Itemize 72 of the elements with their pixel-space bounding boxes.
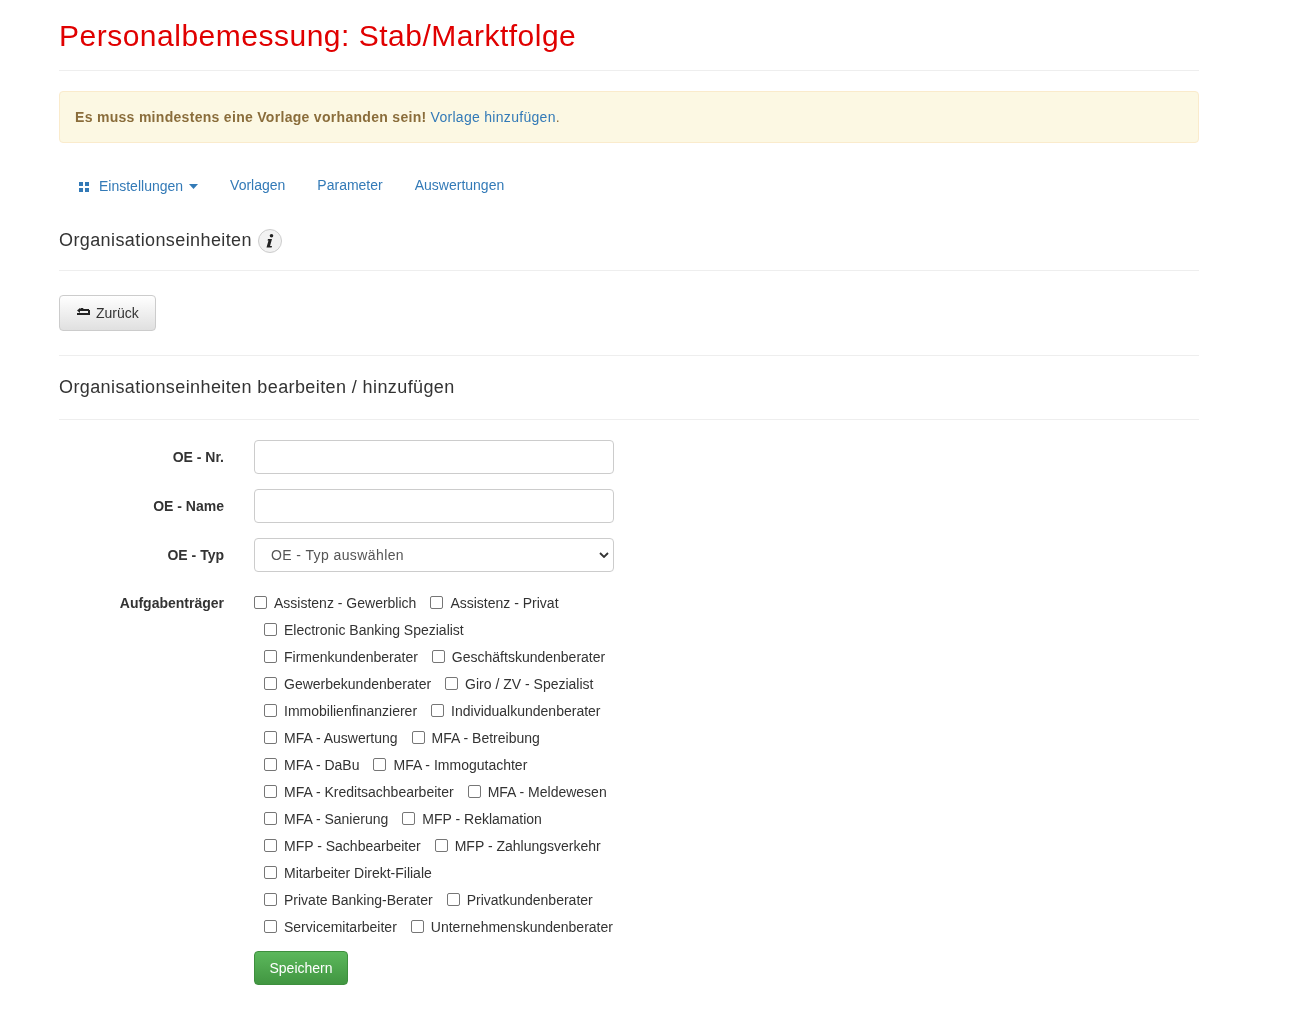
checkbox-label: Individualkundenberater [451,702,601,721]
grid-icon [79,181,89,192]
text-field[interactable] [254,440,614,474]
checkbox-label: Immobilienfinanzierer [284,702,418,721]
page-title: Personalbemessung: Stab/Marktfolge [59,0,1199,71]
save-button[interactable]: Speichern [254,951,348,985]
checkbox-label: Servicemitarbeiter [284,918,397,937]
checkbox-label: MFA - Meldewesen [487,783,607,802]
alert-message: Es muss mindestens eine Vorlage vorhanden sein! [75,107,427,127]
checkbox-label: MFP - Zahlungsverkehr [454,837,601,856]
type-select[interactable]: OE - Typ auswählen [254,538,614,572]
checkbox[interactable] [264,650,277,663]
checkbox-label: Electronic Banking Spezialist [284,621,464,640]
checkbox-label: MFA - Sanierung [284,810,389,829]
nav-link[interactable]: Parameter [317,174,383,196]
add-template-link[interactable]: Vorlage hinzufügen [430,106,556,128]
checkbox[interactable] [431,704,445,717]
checkbox[interactable] [402,812,416,825]
checkbox-label: MFA - Betreibung [431,729,540,748]
nav-link[interactable]: Vorlagen [230,174,286,196]
checkbox-label: MFP - Sachbearbeiter [284,837,421,856]
checkbox[interactable] [410,920,424,933]
return-arrow-icon [76,308,90,318]
checkbox-label: MFA - Kreditsachbearbeiter [284,783,454,802]
checkbox[interactable] [264,893,277,906]
checkbox-label: Assistenz - Gewerblich [274,594,417,613]
checkbox[interactable] [264,758,277,771]
checkbox[interactable] [467,785,481,798]
checkbox[interactable] [446,893,460,906]
checkbox[interactable] [264,785,277,798]
checkbox[interactable] [264,920,277,933]
checkbox[interactable] [264,839,277,852]
checkbox[interactable] [264,677,277,690]
checkbox[interactable] [430,596,444,609]
nav-link[interactable]: Auswertungen [414,174,505,196]
alert-period: . [555,107,560,127]
settings-dropdown[interactable]: Einstellungen [79,176,199,197]
text-field[interactable] [254,489,614,523]
checkbox[interactable] [264,731,277,744]
form-heading: Organisationseinheiten bearbeiten / hinzufügen [59,356,1199,420]
checkbox[interactable] [264,623,277,636]
checkbox[interactable] [434,839,448,852]
field-label: OE - Name [152,496,224,516]
checkbox[interactable] [254,596,267,609]
checkbox-label: Private Banking-Berater [284,891,433,910]
checkbox[interactable] [411,731,425,744]
checkbox-label: Geschäftskundenberater [451,648,606,667]
checkbox-label: MFP - Reklamation [422,810,542,829]
checkbox[interactable] [373,758,387,771]
info-icon[interactable] [257,228,282,253]
caret-icon [189,184,199,189]
field-label: Aufgabenträger [118,594,224,613]
checkbox-label: MFA - Auswertung [284,729,398,748]
checkbox[interactable] [264,704,277,717]
checkbox-label: Giro / ZV - Spezialist [465,675,594,694]
checkbox[interactable] [264,866,277,879]
checkbox[interactable] [431,650,445,663]
chevron-down-icon [599,552,609,558]
field-label: OE - Typ [166,545,224,565]
checkbox[interactable] [264,812,277,825]
back-button[interactable]: Zurück [59,295,156,331]
field-label: OE - Nr. [171,447,224,467]
checkbox-label: Unternehmenskundenberater [430,918,613,937]
section-heading: Organisationseinheiten [59,229,252,252]
checkbox-label: MFA - DaBu [284,756,360,775]
checkbox[interactable] [445,677,459,690]
checkbox-label: MFA - Immogutachter [393,756,528,775]
checkbox-label: Privatkundenberater [466,891,593,910]
checkbox-label: Mitarbeiter Direkt-Filiale [284,864,432,883]
checkbox-label: Gewerbekundenberater [284,675,432,694]
checkbox-label: Firmenkundenberater [284,648,418,667]
checkbox-label: Assistenz - Privat [450,594,559,613]
